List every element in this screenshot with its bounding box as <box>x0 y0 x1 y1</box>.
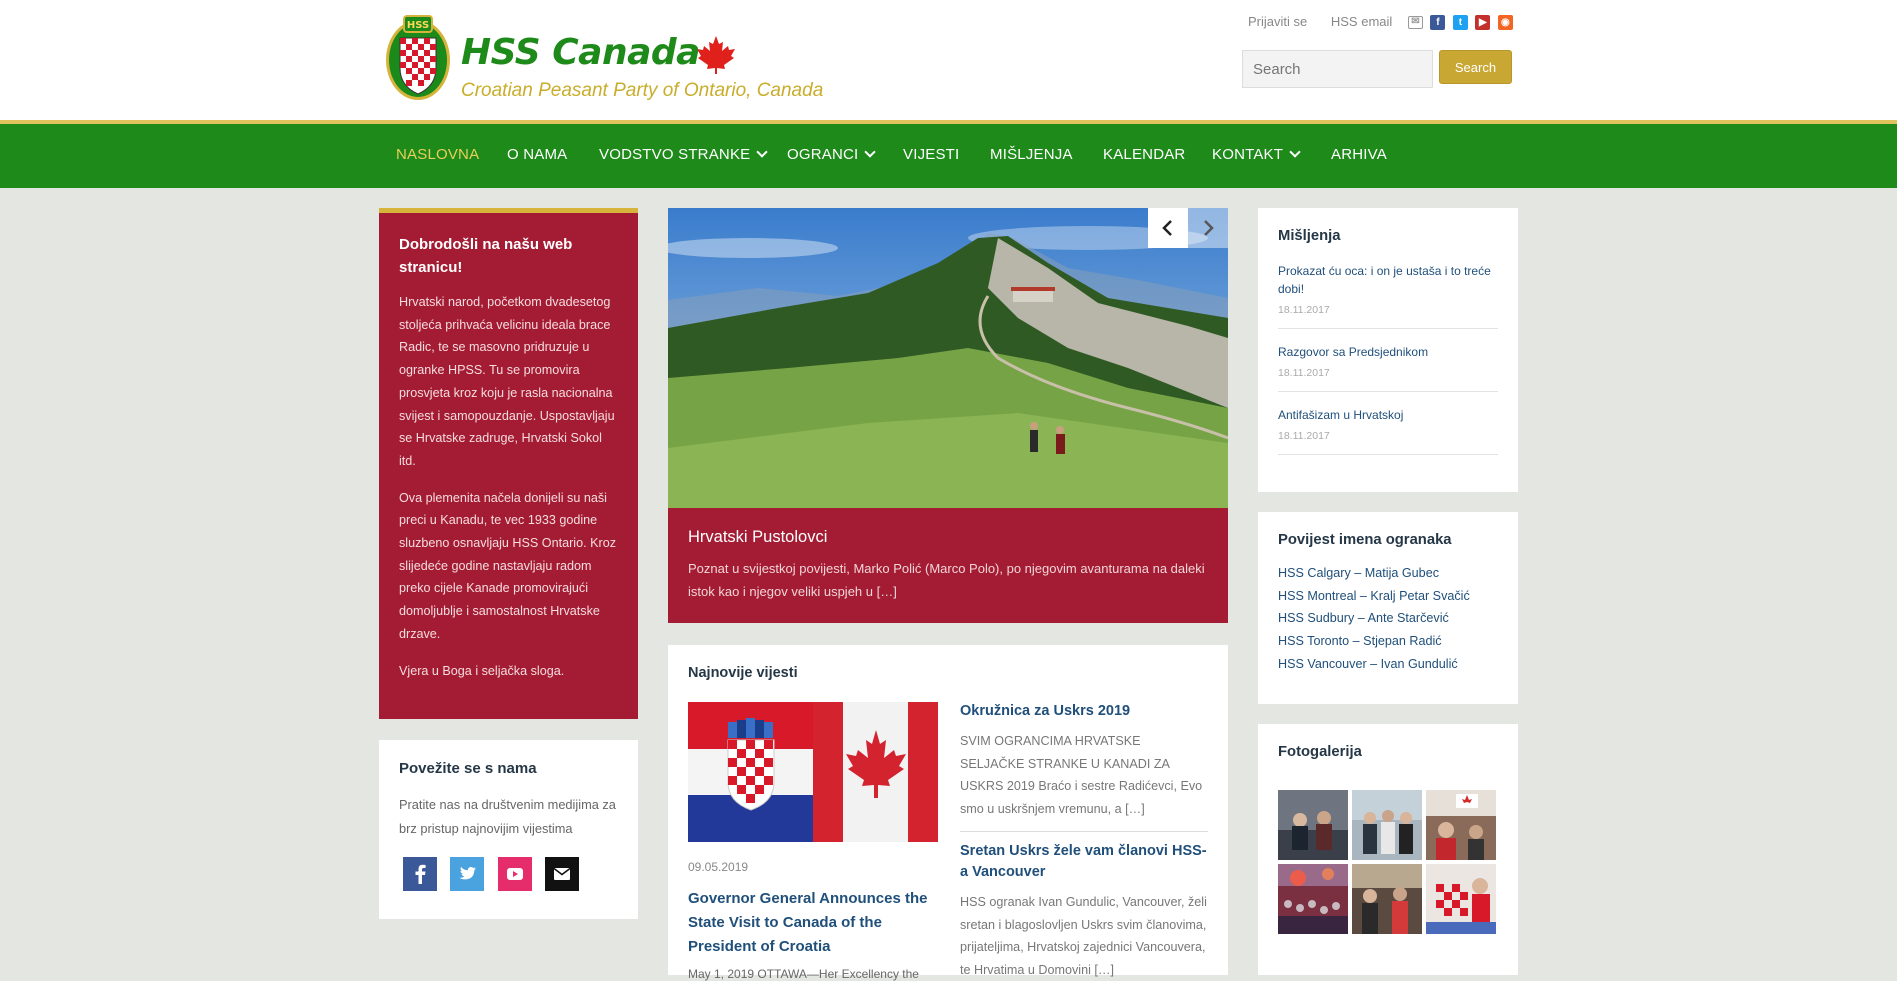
maple-leaf-icon <box>697 36 735 74</box>
opinion-date: 18.11.2017 <box>1278 304 1330 316</box>
gallery-thumbnail[interactable] <box>1426 864 1496 934</box>
gallery-thumbnail[interactable] <box>1352 790 1422 860</box>
branch-link[interactable]: HSS Montreal – Kralj Petar Svačić <box>1278 585 1498 608</box>
nav-vodstvo-stranke[interactable]: VODSTVO STRANKE <box>599 146 769 163</box>
nav-arhiva[interactable]: ARHIVA <box>1331 146 1387 163</box>
rss-icon[interactable]: ◉ <box>1497 15 1513 31</box>
branch-history-title: Povijest imena ogranaka <box>1278 532 1452 548</box>
hss-emblem-logo[interactable]: HSS <box>382 10 454 102</box>
twitter-icon[interactable]: t <box>1452 15 1468 31</box>
slider-next-button[interactable] <box>1188 208 1228 248</box>
branch-link[interactable]: HSS Toronto – Stjepan Radić <box>1278 630 1498 653</box>
chevron-left-icon <box>1162 220 1172 236</box>
featured-slider-image[interactable] <box>668 208 1228 508</box>
hss-email-link[interactable]: HSS email <box>1331 14 1392 29</box>
nav-vijesti[interactable]: VIJESTI <box>903 146 959 163</box>
branch-link[interactable]: HSS Vancouver – Ivan Gundulić <box>1278 653 1498 676</box>
list-item: Prokazat ću oca: i on je ustaša i to tre… <box>1278 248 1498 329</box>
slider-caption-text: Poznat u svijestkoj povijesti, Marko Pol… <box>688 561 1205 599</box>
opinion-title[interactable]: Antifašizam u Hrvatskoj <box>1278 406 1498 424</box>
news-main-title[interactable]: Governor General Announces the State Vis… <box>688 887 928 959</box>
nav-misljenja[interactable]: MIŠLJENJA <box>990 146 1073 163</box>
list-item: Antifašizam u Hrvatskoj 18.11.2017 <box>1278 392 1498 455</box>
chevron-down-icon <box>864 146 877 158</box>
site-subtitle: Croatian Peasant Party of Ontario, Canad… <box>461 80 824 101</box>
main-navigation: NASLOVNA O NAMA VODSTVO STRANKE OGRANCI … <box>0 124 1897 188</box>
connect-title: Povežite se s nama <box>399 760 537 777</box>
connect-widget: Povežite se s nama Pratite nas na društv… <box>379 740 638 919</box>
login-link[interactable]: Prijaviti se <box>1248 14 1307 29</box>
opinion-date: 18.11.2017 <box>1278 367 1330 379</box>
opinions-widget: Mišljenja Prokazat ću oca: i on je ustaš… <box>1258 208 1518 492</box>
welcome-title: Dobrodošli na našu web stranicu! <box>399 236 573 276</box>
welcome-widget: Dobrodošli na našu web stranicu! Hrvatsk… <box>379 208 638 719</box>
latest-news-title: Najnovije vijesti <box>688 665 798 681</box>
nav-ogranci[interactable]: OGRANCI <box>787 146 877 163</box>
youtube-icon[interactable]: ▶ <box>1475 15 1491 31</box>
welcome-paragraph: Hrvatski narod, početkom dvadesetog stol… <box>399 295 615 468</box>
news-thumbnail[interactable] <box>688 702 938 842</box>
chevron-right-icon <box>1204 220 1214 236</box>
gallery-thumbnail[interactable] <box>1278 790 1348 860</box>
facebook-icon[interactable]: f <box>1430 15 1446 31</box>
news-side-excerpt: SVIM OGRANCIMA HRVATSKE SELJAČKE STRANKE… <box>960 734 1203 816</box>
chevron-down-icon <box>1289 146 1301 158</box>
header-social-icons: ✉ f t ▶ ◉ <box>1408 14 1516 32</box>
latest-news-widget: Najnovije vijesti 09.05.2019 Governor Ge… <box>668 645 1228 981</box>
opinion-title[interactable]: Razgovor sa Predsjednikom <box>1278 343 1498 361</box>
youtube-icon[interactable] <box>497 857 532 891</box>
facebook-icon[interactable] <box>403 857 437 891</box>
news-date: 09.05.2019 <box>688 860 749 874</box>
list-item: Razgovor sa Predsjednikom 18.11.2017 <box>1278 329 1498 392</box>
twitter-icon[interactable] <box>450 857 485 891</box>
nav-o-nama[interactable]: O NAMA <box>507 146 567 163</box>
opinion-date: 18.11.2017 <box>1278 430 1330 442</box>
site-header: HSS HSS Canada Croatian Peasant Party of… <box>0 0 1897 120</box>
opinion-title[interactable]: Prokazat ću oca: i on je ustaša i to tre… <box>1278 262 1498 298</box>
news-side-title[interactable]: Okružnica za Uskrs 2019 <box>960 701 1208 722</box>
photo-gallery-widget: Fotogalerija <box>1258 724 1518 975</box>
gallery-thumbnail[interactable] <box>1278 864 1348 934</box>
site-title[interactable]: HSS Canada <box>461 32 700 73</box>
branch-history-widget: Povijest imena ogranaka HSS Calgary – Ma… <box>1258 512 1518 704</box>
news-main-excerpt: May 1, 2019 OTTAWA—Her Excellency the <box>688 967 919 981</box>
top-links: Prijaviti se HSS email <box>1248 14 1412 29</box>
photo-gallery-title: Fotogalerija <box>1278 744 1362 760</box>
emblem-text: HSS <box>407 20 429 31</box>
news-side-title[interactable]: Sretan Uskrs želе vam članovi HSS-a Vanc… <box>960 841 1208 883</box>
list-item: Okružnica za Uskrs 2019 SVIM OGRANCIMA H… <box>960 701 1208 820</box>
gallery-thumbnail[interactable] <box>1352 864 1422 934</box>
divider <box>960 831 1208 832</box>
chevron-down-icon <box>756 146 769 158</box>
news-side-excerpt: HSS ogranak Ivan Gundulic, Vancouver, že… <box>960 895 1207 977</box>
nav-naslovna[interactable]: NASLOVNA <box>396 146 479 163</box>
connect-text: Pratite nas na društvenim medijima za br… <box>399 797 616 836</box>
slider-prev-button[interactable] <box>1148 208 1188 248</box>
mail-icon[interactable]: ✉ <box>1408 16 1423 30</box>
email-icon[interactable] <box>545 857 580 891</box>
slider-caption: Hrvatski Pustolovci Poznat u svijestkoj … <box>668 508 1228 623</box>
opinions-title: Mišljenja <box>1278 228 1341 244</box>
branch-link[interactable]: HSS Sudbury – Ante Starčević <box>1278 607 1498 630</box>
branch-link[interactable]: HSS Calgary – Matija Gubec <box>1278 562 1498 585</box>
welcome-paragraph: Ova plemenita načela donijeli su naši pr… <box>399 490 617 641</box>
slider-caption-title[interactable]: Hrvatski Pustolovci <box>688 528 1208 547</box>
gallery-thumbnail[interactable] <box>1426 790 1496 860</box>
welcome-paragraph: Vjera u Boga i seljačka sloga. <box>399 663 565 678</box>
nav-kalendar[interactable]: KALENDAR <box>1103 146 1185 163</box>
search-button[interactable]: Search <box>1439 50 1512 84</box>
nav-kontakt[interactable]: KONTAKT <box>1212 146 1301 163</box>
search-input[interactable] <box>1242 50 1433 88</box>
list-item: Sretan Uskrs želе vam članovi HSS-a Vanc… <box>960 841 1208 981</box>
